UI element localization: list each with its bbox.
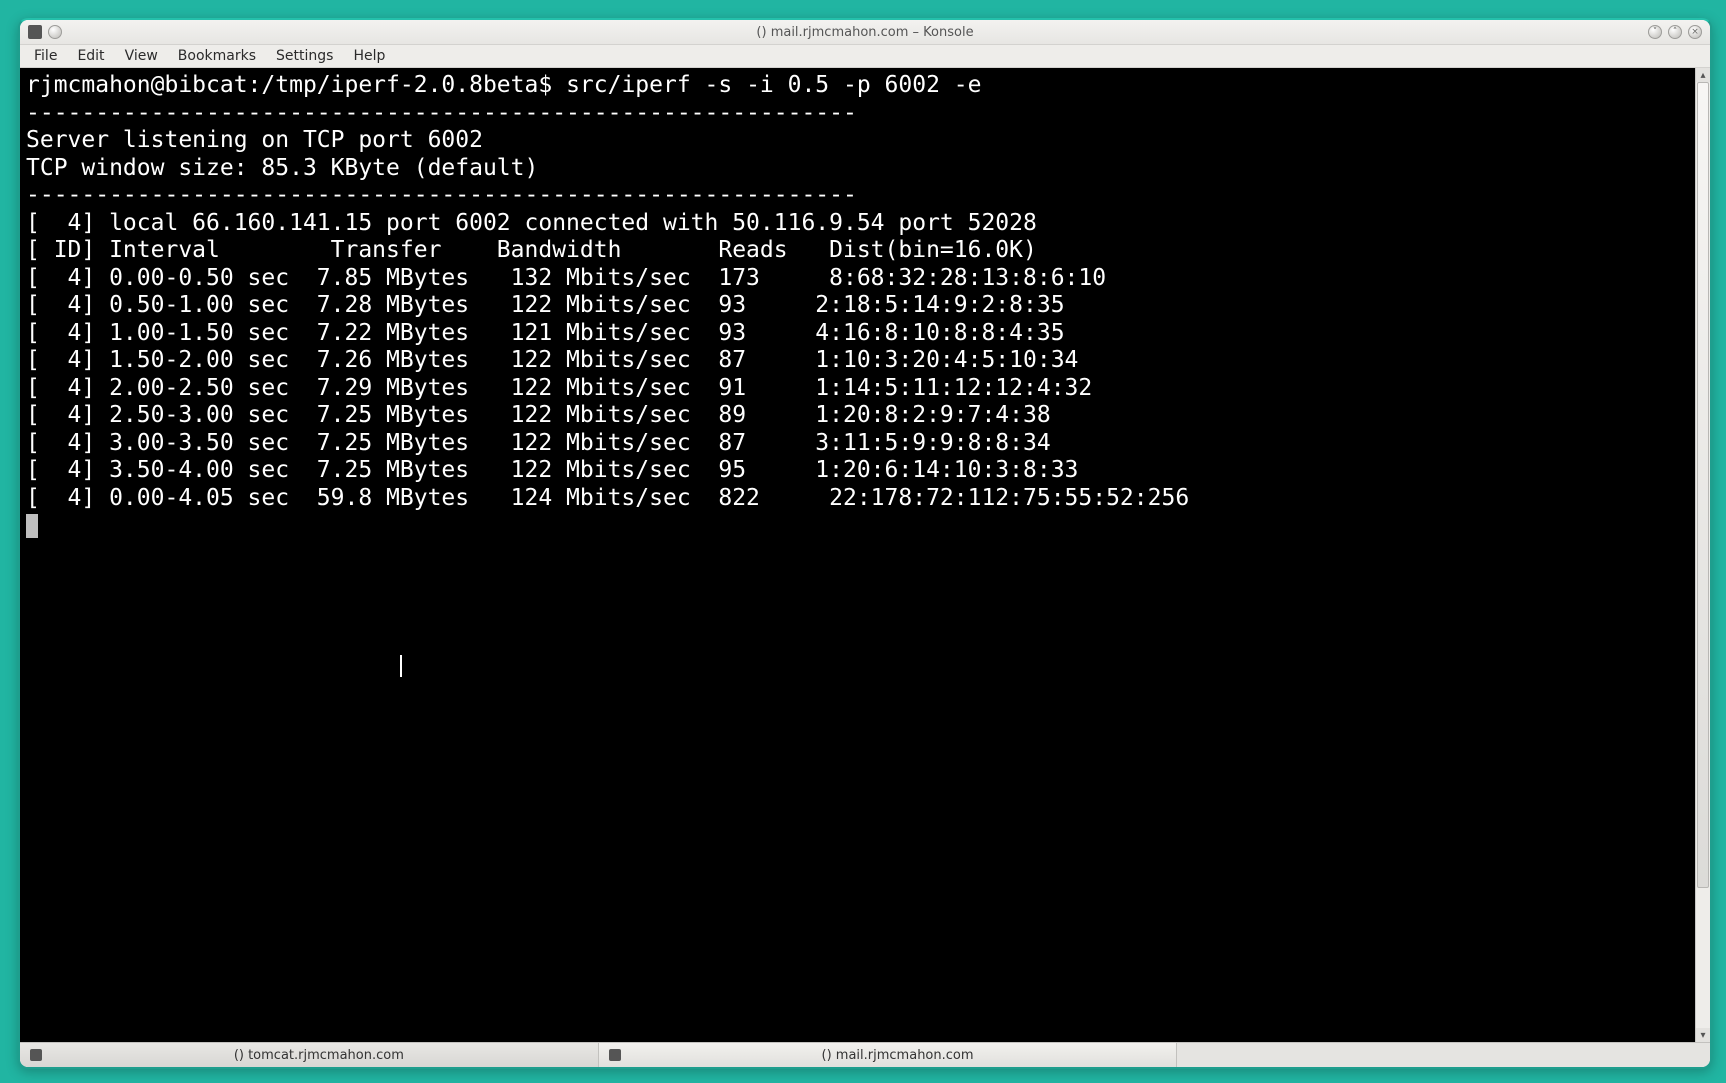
- desktop-background: () mail.rjmcmahon.com – Konsole ˅ ˄ × Fi…: [0, 0, 1726, 1083]
- tab-mail[interactable]: () mail.rjmcmahon.com: [599, 1043, 1178, 1067]
- output-row: [ 4] 0.00-0.50 sec 7.85 MBytes 132 Mbits…: [26, 265, 1106, 291]
- tab-label: () mail.rjmcmahon.com: [629, 1048, 1167, 1063]
- scroll-up-icon[interactable]: ▴: [1696, 68, 1710, 82]
- terminal-area[interactable]: rjmcmahon@bibcat:/tmp/iperf-2.0.8beta$ s…: [20, 68, 1710, 1042]
- close-button[interactable]: ×: [1688, 25, 1702, 39]
- terminal-tab-icon: [609, 1049, 621, 1061]
- terminal-output[interactable]: rjmcmahon@bibcat:/tmp/iperf-2.0.8beta$ s…: [20, 68, 1696, 1042]
- tab-tomcat[interactable]: () tomcat.rjmcmahon.com: [20, 1043, 599, 1067]
- konsole-window: () mail.rjmcmahon.com – Konsole ˅ ˄ × Fi…: [18, 18, 1712, 1069]
- tab-label: () tomcat.rjmcmahon.com: [50, 1048, 588, 1063]
- output-row: [ 4] 3.00-3.50 sec 7.25 MBytes 122 Mbits…: [26, 430, 1051, 456]
- output-divider: ----------------------------------------…: [26, 182, 857, 208]
- menu-bookmarks[interactable]: Bookmarks: [170, 47, 264, 65]
- output-column-header: [ ID] Interval Transfer Bandwidth Reads …: [26, 237, 1037, 263]
- tab-bar: () tomcat.rjmcmahon.com () mail.rjmcmaho…: [20, 1042, 1710, 1067]
- scroll-thumb[interactable]: [1697, 82, 1709, 888]
- output-divider: ----------------------------------------…: [26, 100, 857, 126]
- output-connection-line: [ 4] local 66.160.141.15 port 6002 conne…: [26, 210, 1037, 236]
- scroll-track[interactable]: [1696, 82, 1710, 1028]
- output-listen-line: Server listening on TCP port 6002: [26, 127, 483, 153]
- output-row: [ 4] 2.00-2.50 sec 7.29 MBytes 122 Mbits…: [26, 375, 1092, 401]
- output-row: [ 4] 1.00-1.50 sec 7.22 MBytes 121 Mbits…: [26, 320, 1065, 346]
- output-row: [ 4] 1.50-2.00 sec 7.26 MBytes 122 Mbits…: [26, 347, 1078, 373]
- output-row: [ 4] 3.50-4.00 sec 7.25 MBytes 122 Mbits…: [26, 457, 1078, 483]
- menu-bar: File Edit View Bookmarks Settings Help: [20, 45, 1710, 68]
- menu-edit[interactable]: Edit: [69, 47, 112, 65]
- menu-view[interactable]: View: [117, 47, 166, 65]
- output-window-line: TCP window size: 85.3 KByte (default): [26, 155, 538, 181]
- minimize-button[interactable]: ˅: [1648, 25, 1662, 39]
- scroll-down-icon[interactable]: ▾: [1696, 1028, 1710, 1042]
- output-row: [ 4] 0.50-1.00 sec 7.28 MBytes 122 Mbits…: [26, 292, 1065, 318]
- terminal-tab-icon: [30, 1049, 42, 1061]
- menu-file[interactable]: File: [26, 47, 65, 65]
- terminal-cursor: [26, 514, 38, 538]
- maximize-button[interactable]: ˄: [1668, 25, 1682, 39]
- menu-settings[interactable]: Settings: [268, 47, 341, 65]
- output-row: [ 4] 2.50-3.00 sec 7.25 MBytes 122 Mbits…: [26, 402, 1051, 428]
- output-row: [ 4] 0.00-4.05 sec 59.8 MBytes 124 Mbits…: [26, 485, 1189, 511]
- vertical-scrollbar[interactable]: ▴ ▾: [1695, 68, 1710, 1042]
- text-caret-icon: [400, 655, 402, 677]
- window-title: () mail.rjmcmahon.com – Konsole: [756, 25, 973, 40]
- menu-help[interactable]: Help: [345, 47, 393, 65]
- shell-prompt: rjmcmahon@bibcat:/tmp/iperf-2.0.8beta$: [26, 72, 552, 98]
- shell-command: src/iperf -s -i 0.5 -p 6002 -e: [566, 72, 981, 98]
- shade-button[interactable]: [48, 25, 62, 39]
- window-titlebar[interactable]: () mail.rjmcmahon.com – Konsole ˅ ˄ ×: [20, 20, 1710, 45]
- app-menu-icon[interactable]: [28, 25, 42, 39]
